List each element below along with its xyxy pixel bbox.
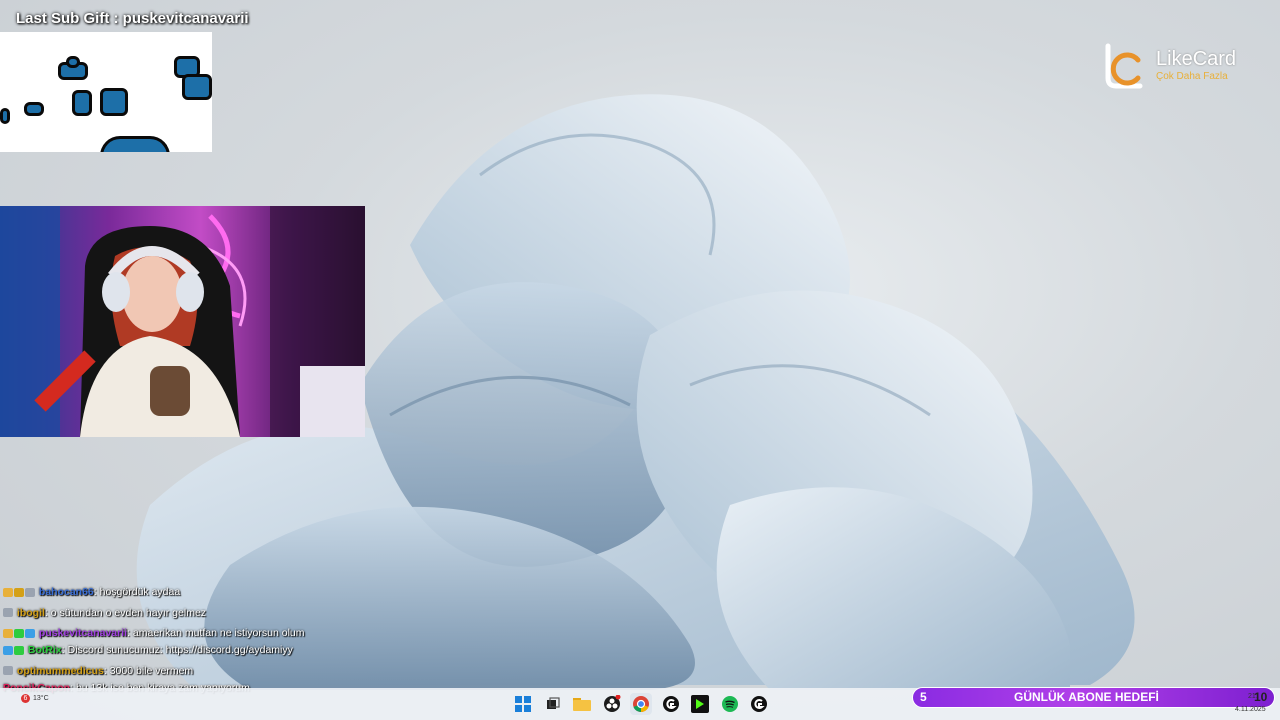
logo-tagline: Çok Daha Fazla [1156, 71, 1228, 82]
chrome-icon[interactable] [630, 693, 652, 715]
chat-username: ibogil [16, 606, 45, 619]
chat-text: 3000 bile vermem [109, 664, 194, 677]
alert-blob [24, 102, 44, 116]
obs-icon[interactable] [601, 693, 623, 715]
alert-blob [0, 108, 10, 124]
chat-colon: : [44, 606, 48, 619]
sponsor-logo: LikeCard Çok Daha Fazla [1100, 42, 1260, 92]
chat-message: puskevitcanavarii: amaerikan mutfan ne i… [3, 623, 323, 640]
sword-badge-icon [3, 666, 13, 676]
generic-app-icon[interactable] [748, 693, 770, 715]
chat-message: optimummedicus: 3000 bile vermem [3, 661, 323, 682]
likecard-logo-icon [1105, 43, 1143, 89]
webcam-image [0, 206, 365, 437]
chat-text: hoşgördük aydaa [99, 586, 181, 598]
crown-badge-icon [3, 628, 13, 638]
tray-clock-date[interactable]: 4.11.2025 [1235, 706, 1266, 713]
chat-username: BotRix [27, 644, 62, 656]
chat-text: amaerikan mutfan ne istiyorsun olum [132, 627, 305, 639]
streamlabs-icon[interactable] [660, 693, 682, 715]
chat-username: optimummedicus [16, 664, 104, 677]
sword-badge-icon [25, 587, 35, 597]
alert-blob [100, 88, 128, 116]
gift-badge-icon [25, 628, 35, 638]
chat-text: o sütundan o evden hayır gelmez [50, 606, 207, 619]
sub-badge-icon [14, 628, 24, 638]
verified-badge-icon [3, 645, 13, 655]
sword-badge-icon [3, 608, 13, 618]
chat-colon: : [61, 644, 65, 656]
alert-blob [72, 90, 92, 116]
weather-alert-badge: 6 [21, 694, 30, 703]
file-explorer-icon[interactable] [571, 693, 593, 715]
last-sub-gift-label: Last Sub Gift : puskevitcanavarii [16, 10, 249, 27]
bot-badge-icon [14, 645, 24, 655]
chat-colon: : [127, 627, 130, 639]
chat-colon: : [93, 586, 97, 598]
chat-text: Discord sunucumuz: https://discord.gg/ay… [67, 644, 293, 656]
windows-start-icon[interactable] [512, 693, 534, 715]
alert-blob [182, 74, 212, 100]
sub-goal-title: GÜNLÜK ABONE HEDEFİ [1014, 690, 1159, 704]
alert-widget [0, 32, 212, 152]
chat-username: puskevitcanavarii [38, 627, 128, 639]
chat-message: ibogil: o sütundan o evden hayır gelmez [3, 603, 323, 624]
spotify-icon[interactable] [719, 693, 741, 715]
taskbar-icons [512, 688, 778, 720]
kick-studio-icon[interactable] [689, 693, 711, 715]
chat-message: BotRix: Discord sunucumuz: https://disco… [3, 640, 323, 661]
sub-badge-icon [14, 587, 24, 597]
task-view-icon[interactable] [542, 693, 564, 715]
alert-blob [100, 136, 170, 152]
sub-goal-current: 5 [920, 690, 927, 704]
webcam-feed [0, 206, 365, 437]
chat-overlay: bahocan66: hoşgördük aydaa ibogil: o süt… [3, 582, 323, 696]
logo-name: LikeCard [1156, 48, 1237, 70]
chat-colon: : [103, 664, 107, 677]
tray-clock-time[interactable]: 21: [1248, 693, 1258, 700]
weather-temperature: 13°C [33, 695, 49, 702]
alert-blob [66, 56, 80, 68]
chat-username: bahocan66 [38, 586, 94, 598]
crown-badge-icon [3, 587, 13, 597]
chat-message: bahocan66: hoşgördük aydaa [3, 582, 323, 603]
